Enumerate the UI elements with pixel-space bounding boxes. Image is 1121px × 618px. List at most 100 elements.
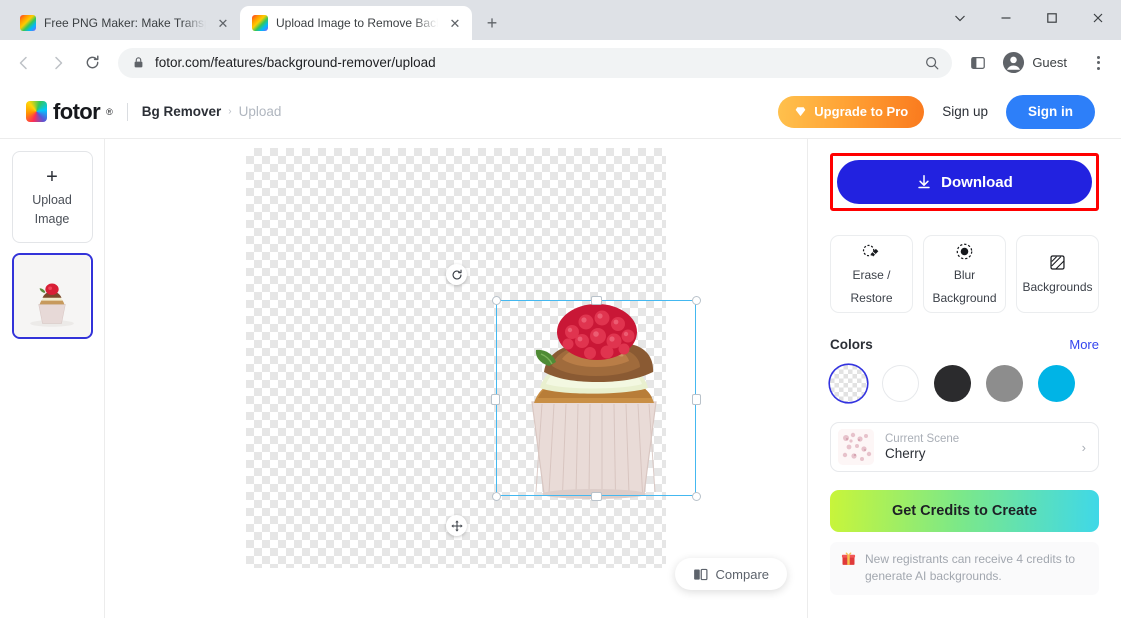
- resize-handle-bl[interactable]: [491, 491, 501, 501]
- breadcrumb-section[interactable]: Bg Remover: [142, 104, 222, 119]
- sign-in-button[interactable]: Sign in: [1006, 94, 1095, 129]
- web-page: fotor ® Bg Remover › Upload Upgrade to P…: [0, 85, 1121, 618]
- tool-buttons: Erase / Restore Blur Background Backgrou…: [830, 235, 1099, 313]
- compare-button[interactable]: Compare: [674, 558, 787, 590]
- upload-image-button[interactable]: + Upload Image: [11, 151, 93, 243]
- side-panel-icon[interactable]: [962, 47, 994, 79]
- left-rail: + Upload Image: [0, 139, 105, 618]
- minimize-icon[interactable]: [983, 0, 1029, 36]
- back-arrow-icon[interactable]: [8, 47, 40, 79]
- tab-close-icon[interactable]: ✕: [214, 14, 232, 32]
- right-panel: Download Erase / Restore Blur Background…: [807, 139, 1121, 618]
- diamond-icon: [794, 105, 807, 118]
- download-button[interactable]: Download: [837, 160, 1092, 204]
- colors-section-header: Colors More: [830, 337, 1099, 352]
- transparent-canvas[interactable]: [246, 148, 701, 568]
- download-label: Download: [941, 173, 1013, 191]
- download-icon: [916, 174, 932, 190]
- blur-icon: [955, 241, 974, 261]
- maximize-icon[interactable]: [1029, 0, 1075, 36]
- erase-restore-button[interactable]: Erase / Restore: [830, 235, 913, 313]
- browser-tab-1[interactable]: Free PNG Maker: Make Transparent ✕: [8, 6, 240, 40]
- window-controls: [937, 0, 1121, 36]
- brand-name: fotor: [53, 98, 101, 124]
- chevron-right-icon: ›: [228, 106, 232, 117]
- resize-handle-tr[interactable]: [691, 295, 701, 305]
- breadcrumb-current: Upload: [238, 104, 282, 119]
- url-text: fotor.com/features/background-remover/up…: [155, 55, 436, 70]
- scene-text: Current Scene Cherry: [885, 433, 1071, 461]
- color-swatches: [830, 365, 1099, 402]
- upgrade-to-pro-button[interactable]: Upgrade to Pro: [778, 95, 925, 128]
- canvas-area[interactable]: Compare: [105, 139, 807, 618]
- new-tab-button[interactable]: +: [478, 9, 506, 37]
- gift-icon: [841, 551, 856, 586]
- colors-more-link[interactable]: More: [1069, 337, 1099, 352]
- resize-handle-left[interactable]: [491, 393, 500, 405]
- reload-icon[interactable]: [76, 47, 108, 79]
- account-circle-icon: [1002, 51, 1025, 74]
- scene-value: Cherry: [885, 446, 926, 461]
- plus-icon: +: [46, 165, 58, 188]
- compare-icon: [693, 567, 708, 582]
- color-swatch-dark[interactable]: [934, 365, 971, 402]
- resize-handle-right[interactable]: [692, 393, 701, 405]
- get-credits-button[interactable]: Get Credits to Create: [830, 490, 1099, 532]
- rotate-icon[interactable]: [446, 264, 467, 285]
- trademark-symbol: ®: [106, 106, 113, 117]
- resize-handle-br[interactable]: [691, 491, 701, 501]
- chevron-down-icon[interactable]: [937, 0, 983, 36]
- profile-chip[interactable]: Guest: [998, 48, 1079, 78]
- upload-label-line2: Image: [34, 211, 70, 226]
- header-divider: [126, 102, 128, 121]
- upload-label-line1: Upload: [32, 192, 72, 207]
- tab-favicon: [20, 15, 36, 31]
- backgrounds-button[interactable]: Backgrounds: [1016, 235, 1099, 313]
- tool-label-line1: Blur: [953, 268, 976, 283]
- eraser-icon: [862, 241, 881, 261]
- brand-logo[interactable]: fotor ®: [26, 99, 113, 125]
- resize-handle-tl[interactable]: [491, 295, 501, 305]
- tool-label-line1: Erase /: [852, 268, 891, 283]
- tab-title: Free PNG Maker: Make Transparent: [44, 16, 206, 30]
- color-swatch-white[interactable]: [882, 365, 919, 402]
- move-icon[interactable]: [446, 515, 467, 536]
- blur-background-button[interactable]: Blur Background: [923, 235, 1006, 313]
- app-header: fotor ® Bg Remover › Upload Upgrade to P…: [0, 85, 1121, 139]
- image-thumbnail-item[interactable]: [11, 253, 93, 339]
- resize-handle-top[interactable]: [590, 295, 602, 305]
- sign-up-button[interactable]: Sign up: [938, 104, 992, 119]
- resize-handle-bottom[interactable]: [590, 491, 602, 501]
- search-icon[interactable]: [924, 55, 940, 71]
- download-highlight: Download: [830, 153, 1099, 211]
- tool-label-line2: Restore: [850, 291, 893, 305]
- scene-label: Current Scene: [885, 433, 960, 445]
- current-scene-row[interactable]: Current Scene Cherry ›: [830, 422, 1099, 472]
- colors-title: Colors: [830, 337, 873, 352]
- credits-note-text: New registrants can receive 4 credits to…: [865, 552, 1076, 584]
- browser-window: Free PNG Maker: Make Transparent ✕ Uploa…: [0, 0, 1121, 618]
- header-actions: Upgrade to Pro Sign up Sign in: [778, 94, 1095, 129]
- tool-label-line2: Background: [932, 291, 997, 305]
- selection-box: [496, 300, 696, 496]
- forward-arrow-icon[interactable]: [42, 47, 74, 79]
- credits-note: New registrants can receive 4 credits to…: [830, 542, 1099, 595]
- lock-icon: [132, 56, 145, 69]
- breadcrumb: Bg Remover › Upload: [142, 104, 282, 119]
- tab-close-icon[interactable]: ✕: [446, 14, 464, 32]
- tab-title: Upload Image to Remove Backgr: [276, 16, 438, 30]
- kebab-menu-icon[interactable]: [1083, 48, 1113, 78]
- tool-label-line1: Backgrounds: [1022, 279, 1093, 294]
- tab-favicon: [252, 15, 268, 31]
- fotor-logo-icon: [26, 101, 47, 122]
- address-bar[interactable]: fotor.com/features/background-remover/up…: [118, 47, 953, 78]
- close-window-icon[interactable]: [1075, 0, 1121, 36]
- browser-toolbar: fotor.com/features/background-remover/up…: [0, 40, 1121, 85]
- profile-name: Guest: [1032, 55, 1067, 70]
- chevron-right-icon[interactable]: ›: [1082, 440, 1086, 455]
- compare-label: Compare: [715, 566, 769, 582]
- color-swatch-gray[interactable]: [986, 365, 1023, 402]
- browser-tab-2[interactable]: Upload Image to Remove Backgr ✕: [240, 6, 472, 40]
- color-swatch-cyan[interactable]: [1038, 365, 1075, 402]
- color-swatch-transparent[interactable]: [830, 365, 867, 402]
